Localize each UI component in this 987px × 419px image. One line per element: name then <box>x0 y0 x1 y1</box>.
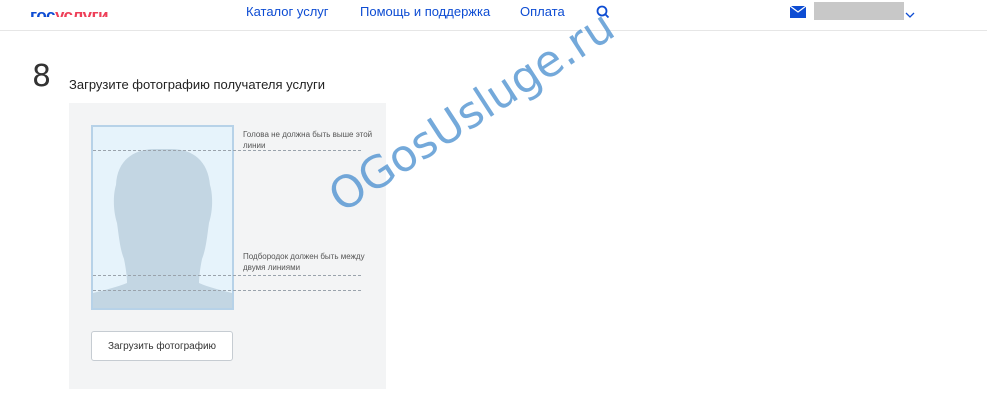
logo-text-gos: гос <box>30 7 55 17</box>
nav-catalog-link[interactable]: Каталог услуг <box>246 4 329 19</box>
step-number: 8 <box>32 59 52 94</box>
upload-photo-button[interactable]: Загрузить фотографию <box>91 331 233 361</box>
chevron-down-icon[interactable] <box>905 6 915 24</box>
top-header: госуслуги Каталог услуг Помощь и поддерж… <box>0 0 987 31</box>
person-silhouette-icon <box>93 149 232 308</box>
gosuslugi-logo[interactable]: госуслуги <box>30 7 108 17</box>
logo-text-uslugi: услуги <box>54 7 109 17</box>
search-icon[interactable] <box>596 5 610 24</box>
chin-guide-line-bottom <box>93 290 361 291</box>
chin-guide-line-top <box>93 275 361 276</box>
nav-help-link[interactable]: Помощь и поддержка <box>360 4 490 19</box>
nav-payment-link[interactable]: Оплата <box>520 4 565 19</box>
chin-line-hint: Подбородок должен быть между двумя линия… <box>243 252 365 272</box>
photo-placeholder-frame <box>91 125 234 310</box>
mail-icon[interactable] <box>789 5 807 23</box>
head-line-hint: Голова не должна быть выше этой линии <box>243 130 373 150</box>
user-name-redacted[interactable] <box>814 2 904 20</box>
step-title: Загрузите фотографию получателя услуги <box>69 77 326 92</box>
